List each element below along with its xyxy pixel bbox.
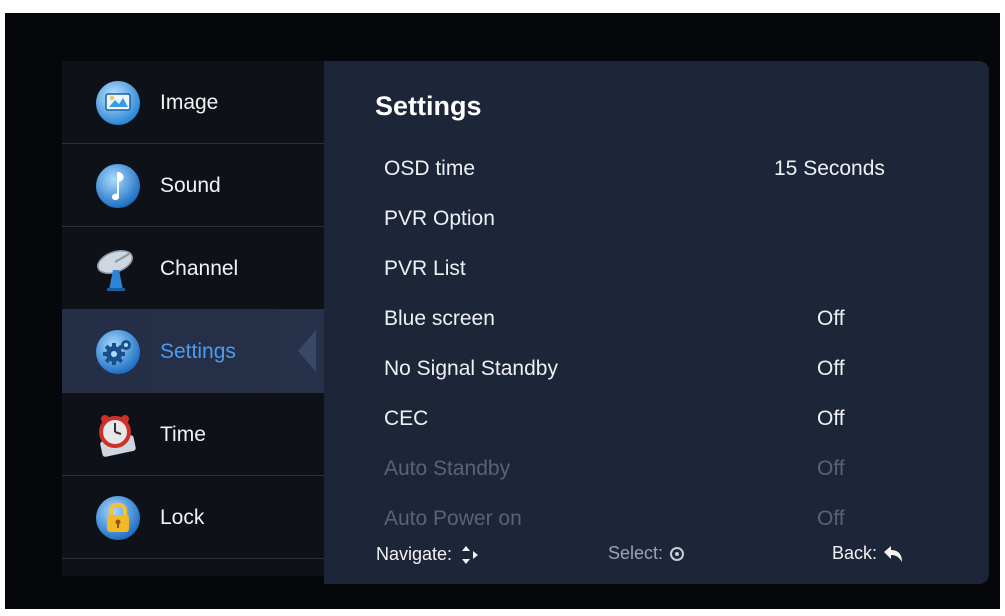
sidebar-item-time[interactable]: Time <box>62 393 324 476</box>
sidebar-item-label: Channel <box>160 257 239 280</box>
sidebar-item-lock[interactable]: Lock <box>62 476 324 559</box>
setting-value: Off <box>817 507 845 530</box>
gear-icon <box>95 329 141 375</box>
sidebar-item-label: Lock <box>160 506 205 529</box>
setting-name: CEC <box>384 407 429 430</box>
back-hint: Back: <box>832 543 904 564</box>
setting-value: Off <box>817 307 845 330</box>
setting-value: Off <box>817 407 845 430</box>
key-hint-bar: Navigate: Select: Back: <box>376 541 916 571</box>
alarm-clock-icon <box>95 412 141 458</box>
setting-name: OSD time <box>384 157 476 180</box>
page-title: Settings <box>375 91 482 121</box>
setting-row-cec[interactable]: CEC Off <box>384 399 944 439</box>
image-icon <box>95 80 141 126</box>
setting-row-blue-screen[interactable]: Blue screen Off <box>384 299 944 339</box>
setting-value: Off <box>817 357 845 380</box>
setting-row-pvr-list[interactable]: PVR List <box>384 249 944 289</box>
sidebar-item-image[interactable]: Image <box>62 61 324 144</box>
sidebar-item-label: Sound <box>160 174 221 197</box>
setting-row-auto-power-on: Auto Power on Off <box>384 499 944 539</box>
setting-row-osd-time[interactable]: OSD time 15 Seconds <box>384 149 944 189</box>
sidebar-item-label: Settings <box>160 340 236 363</box>
setting-name: Auto Power on <box>384 507 522 530</box>
music-note-icon <box>95 163 141 209</box>
select-hint: Select: <box>608 543 686 564</box>
satellite-dish-icon <box>95 246 141 292</box>
settings-panel: Settings OSD time 15 Seconds PVR Option … <box>324 61 989 584</box>
setting-row-auto-standby: Auto Standby Off <box>384 449 944 489</box>
setting-name: Blue screen <box>384 307 495 330</box>
sidebar-item-channel[interactable]: Channel <box>62 227 324 310</box>
setting-row-no-signal-standby[interactable]: No Signal Standby Off <box>384 349 944 389</box>
sidebar-item-label: Image <box>160 91 219 114</box>
navigate-hint: Navigate: <box>376 543 481 567</box>
sidebar-item-settings[interactable]: Settings <box>62 310 324 393</box>
setting-name: PVR List <box>384 257 466 280</box>
back-hint-label: Back: <box>832 543 878 563</box>
tv-screen: Image Sound Channel Settings Time Lock S… <box>5 13 1000 609</box>
setting-value: 15 Seconds <box>774 157 885 180</box>
padlock-icon <box>95 495 141 541</box>
setting-name: PVR Option <box>384 207 495 230</box>
navigate-hint-label: Navigate: <box>376 543 453 564</box>
select-hint-label: Select: <box>608 543 664 563</box>
setting-value: Off <box>817 457 845 480</box>
ok-button-icon <box>670 547 685 562</box>
back-arrow-icon <box>884 546 903 563</box>
navigate-arrows-icon <box>462 546 479 564</box>
setting-name: Auto Standby <box>384 457 511 480</box>
sidebar-item-sound[interactable]: Sound <box>62 144 324 227</box>
setting-name: No Signal Standby <box>384 357 558 380</box>
selection-notch <box>298 330 316 372</box>
sidebar-menu: Image Sound Channel Settings Time Lock <box>62 61 324 576</box>
sidebar-item-label: Time <box>160 423 206 446</box>
setting-row-pvr-option[interactable]: PVR Option <box>384 199 944 239</box>
